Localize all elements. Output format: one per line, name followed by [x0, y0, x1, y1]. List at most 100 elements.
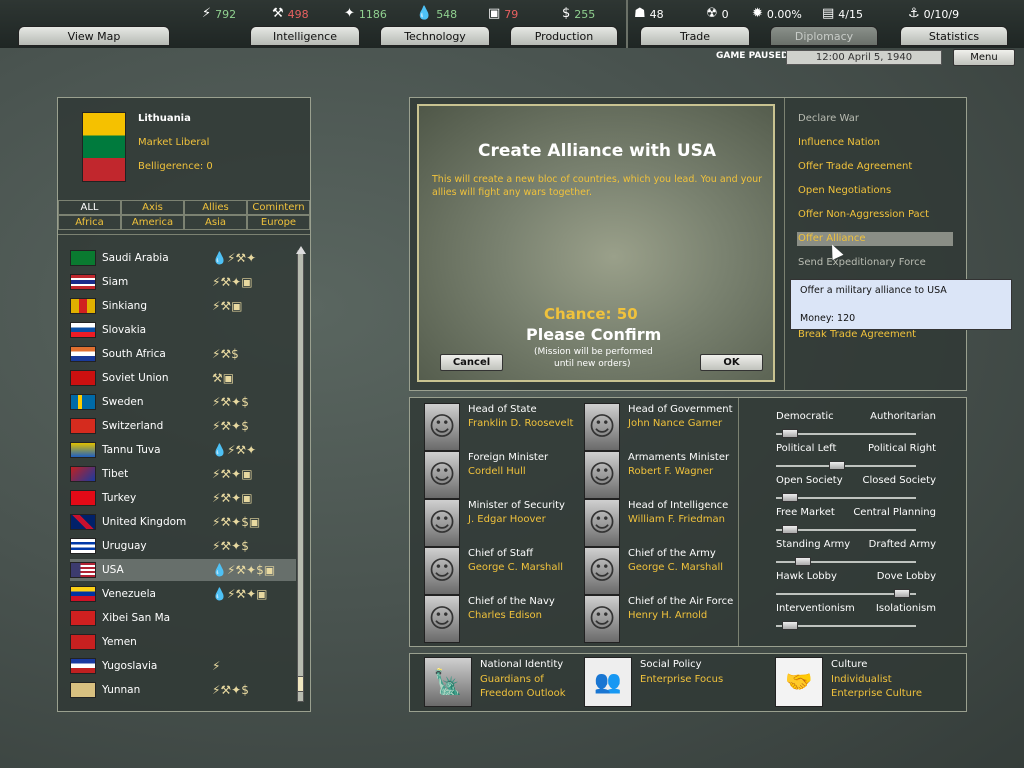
slider-knob[interactable] [894, 589, 910, 598]
menu-button[interactable]: Menu [953, 49, 1015, 66]
minister-foreign-minister[interactable]: ☺ Foreign Minister Cordell Hull [424, 451, 548, 499]
policy-slider[interactable] [776, 429, 916, 438]
country-row-yunnan[interactable]: Yunnan ⚡⚒✦$ [70, 679, 296, 701]
actions-divider [784, 98, 785, 390]
policy-slider[interactable] [776, 589, 916, 598]
minister-head-of-state[interactable]: ☺ Head of State Franklin D. Roosevelt [424, 403, 573, 451]
minister-armaments-minister[interactable]: ☺ Armaments Minister Robert F. Wagner [584, 451, 729, 499]
country-row-venezuela[interactable]: Venezuela 💧⚡⚒✦▣ [70, 583, 296, 605]
country-row-yemen[interactable]: Yemen [70, 631, 296, 653]
filter-all[interactable]: ALL [58, 200, 121, 215]
country-row-saudi-arabia[interactable]: Saudi Arabia 💧⚡⚒✦ [70, 247, 296, 269]
minister-chief-of-the-navy[interactable]: ☺ Chief of the Navy Charles Edison [424, 595, 555, 643]
minister-chief-of-the-air-force[interactable]: ☺ Chief of the Air Force Henry H. Arnold [584, 595, 733, 643]
slider-knob[interactable] [795, 557, 811, 566]
action-offer-non-aggression-pact[interactable]: Offer Non-Aggression Pact [798, 209, 929, 220]
country-name: South Africa [102, 348, 166, 360]
scroll-thumb[interactable] [297, 676, 304, 692]
minister-name: Henry H. Arnold [628, 610, 708, 621]
country-row-turkey[interactable]: Turkey ⚡⚒✦▣ [70, 487, 296, 509]
relation-icons: 💧⚡⚒✦ [212, 443, 257, 457]
relation-icons: ⚡⚒$ [212, 347, 239, 361]
country-row-yugoslavia[interactable]: Yugoslavia ⚡ [70, 655, 296, 677]
filter-asia[interactable]: Asia [184, 215, 247, 230]
country-row-soviet-union[interactable]: Soviet Union ⚒▣ [70, 367, 296, 389]
list-scrollbar[interactable] [297, 250, 304, 702]
filter-america[interactable]: America [121, 215, 184, 230]
tab-diplomacy[interactable]: Diplomacy [770, 26, 878, 46]
relation-icons: ⚡⚒✦$ [212, 395, 249, 409]
country-row-uruguay[interactable]: Uruguay ⚡⚒✦$ [70, 535, 296, 557]
relation-icons: ⚡⚒✦$ [212, 683, 249, 697]
action-offer-trade-agreement[interactable]: Offer Trade Agreement [798, 161, 912, 172]
action-influence-nation[interactable]: Influence Nation [798, 137, 880, 148]
country-name: Yugoslavia [102, 660, 158, 672]
action-break-trade-agreement[interactable]: Break Trade Agreement [798, 329, 916, 340]
filter-allies[interactable]: Allies [184, 200, 247, 215]
minister-portrait: ☺ [584, 499, 620, 547]
action-open-negotiations[interactable]: Open Negotiations [798, 185, 891, 196]
policy-slider[interactable] [776, 621, 916, 630]
minister-name: George C. Marshall [468, 562, 564, 573]
country-row-slovakia[interactable]: Slovakia [70, 319, 296, 341]
minister-chief-of-staff[interactable]: ☺ Chief of Staff George C. Marshall [424, 547, 563, 595]
policy-slider[interactable] [776, 461, 916, 470]
country-row-united-kingdom[interactable]: United Kingdom ⚡⚒✦$▣ [70, 511, 296, 533]
cancel-button[interactable]: Cancel [440, 354, 503, 371]
relation-icons: ⚡ [212, 659, 221, 673]
country-row-switzerland[interactable]: Switzerland ⚡⚒✦$ [70, 415, 296, 437]
country-row-sinkiang[interactable]: Sinkiang ⚡⚒▣ [70, 295, 296, 317]
policy-left-label: Free Market [776, 507, 835, 518]
tab-intelligence[interactable]: Intelligence [250, 26, 360, 46]
handshake-icon: 🤝 [775, 657, 823, 707]
flag-icon [70, 346, 96, 362]
relation-icons: ⚡⚒✦▣ [212, 491, 253, 505]
minister-chief-of-the-army[interactable]: ☺ Chief of the Army George C. Marshall [584, 547, 723, 595]
culture-line-1: Individualist [831, 674, 892, 685]
scroll-up-arrow[interactable] [296, 246, 306, 254]
country-row-xibei-san-ma[interactable]: Xibei San Ma [70, 607, 296, 629]
policy-left-label: Hawk Lobby [776, 571, 837, 582]
flag-icon [70, 250, 96, 266]
slider-knob[interactable] [782, 525, 798, 534]
relation-icons: ⚡⚒✦▣ [212, 467, 253, 481]
ok-button[interactable]: OK [700, 354, 763, 371]
minister-name: Robert F. Wagner [628, 466, 714, 477]
minister-head-of-intelligence[interactable]: ☺ Head of Intelligence William F. Friedman [584, 499, 728, 547]
slider-knob[interactable] [782, 621, 798, 630]
slider-knob[interactable] [829, 461, 845, 470]
minister-head-of-government[interactable]: ☺ Head of Government John Nance Garner [584, 403, 733, 451]
tab-technology[interactable]: Technology [380, 26, 490, 46]
action-declare-war[interactable]: Declare War [798, 113, 859, 124]
tab-trade[interactable]: Trade [640, 26, 750, 46]
filter-axis[interactable]: Axis [121, 200, 184, 215]
policy-right-label: Closed Society [862, 475, 936, 486]
action-offer-alliance[interactable]: Offer Alliance [798, 233, 866, 244]
country-row-sweden[interactable]: Sweden ⚡⚒✦$ [70, 391, 296, 413]
policy-slider[interactable] [776, 557, 916, 566]
country-name: Switzerland [102, 420, 164, 432]
country-row-south-africa[interactable]: South Africa ⚡⚒$ [70, 343, 296, 365]
policy-slider[interactable] [776, 525, 916, 534]
tab-view-map[interactable]: View Map [18, 26, 170, 46]
tab-statistics[interactable]: Statistics [900, 26, 1008, 46]
flag-icon [70, 322, 96, 338]
date-display: 12:00 April 5, 1940 [786, 50, 942, 65]
country-name: United Kingdom [102, 516, 187, 528]
minister-minister-of-security[interactable]: ☺ Minister of Security J. Edgar Hoover [424, 499, 565, 547]
action-send-expeditionary-force[interactable]: Send Expeditionary Force [798, 257, 926, 268]
tab-production[interactable]: Production [510, 26, 618, 46]
filter-comintern[interactable]: Comintern [247, 200, 310, 215]
slider-knob[interactable] [782, 493, 798, 502]
policy-slider[interactable] [776, 493, 916, 502]
oil-icon: 💧 [416, 6, 433, 21]
filter-africa[interactable]: Africa [58, 215, 121, 230]
policy-right-label: Central Planning [853, 507, 936, 518]
country-row-tannu-tuva[interactable]: Tannu Tuva 💧⚡⚒✦ [70, 439, 296, 461]
filter-europe[interactable]: Europe [247, 215, 310, 230]
country-row-tibet[interactable]: Tibet ⚡⚒✦▣ [70, 463, 296, 485]
country-name: Siam [102, 276, 129, 288]
slider-knob[interactable] [782, 429, 798, 438]
country-row-usa[interactable]: USA 💧⚡⚒✦$▣ [70, 559, 296, 581]
country-row-siam[interactable]: Siam ⚡⚒✦▣ [70, 271, 296, 293]
